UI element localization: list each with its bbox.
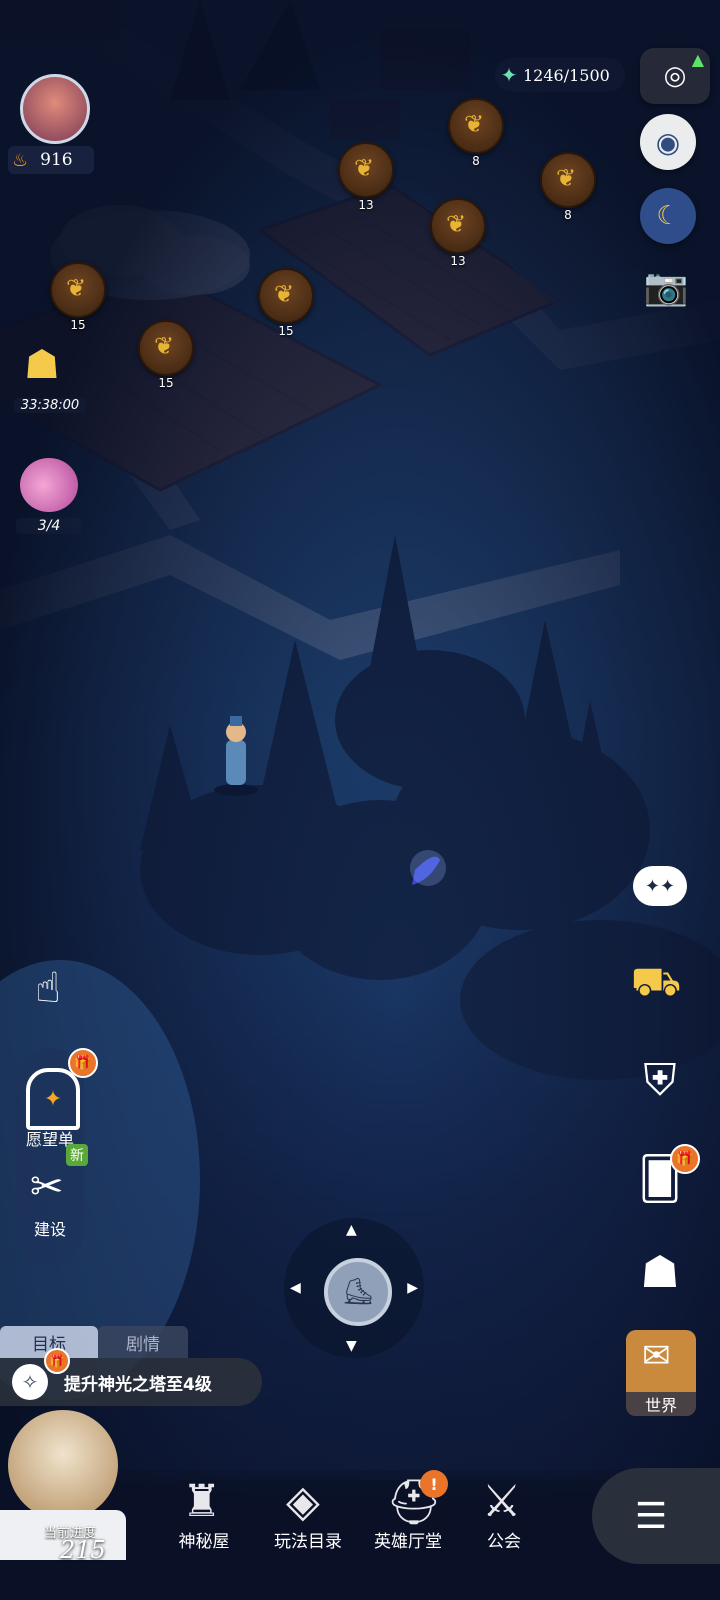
- visibility-toggle-button[interactable]: ◉: [640, 114, 696, 170]
- quest-bar[interactable]: ✧ 提升神光之塔至4级 🎁: [0, 1348, 262, 1406]
- arrow-up-icon: ▲: [346, 1222, 357, 1238]
- arrow-down-icon: ▼: [346, 1338, 357, 1354]
- wishlist-button[interactable]: ✦ 愿望单 🎁: [16, 1048, 98, 1150]
- gift-icon: 🎁: [68, 1048, 98, 1078]
- crop-marker[interactable]: ❦ 13: [338, 142, 394, 212]
- quest-tabs: 目标 剧情: [0, 1326, 188, 1358]
- equipment-button[interactable]: ⛨: [628, 1048, 692, 1112]
- sun-moon-icon: ☾: [656, 201, 680, 231]
- energy-counter[interactable]: ✦ 1246/1500: [495, 58, 625, 92]
- tower-icon: ♜: [182, 1476, 222, 1527]
- gift-icon: 🎁: [44, 1348, 70, 1374]
- gift-icon: 🎁: [670, 1144, 700, 1174]
- avatar[interactable]: [20, 74, 90, 144]
- hooded-character-button[interactable]: ☗: [628, 1240, 692, 1304]
- build-button[interactable]: ✂ 建设 新: [16, 1144, 88, 1248]
- crossed-swords-icon: ⚔: [482, 1476, 522, 1527]
- eye-off-icon: ◉: [655, 125, 681, 159]
- armor-icon: ⛨: [643, 1054, 677, 1106]
- wheat-icon: ❦: [66, 274, 87, 302]
- arrow-right-icon: ▶: [407, 1280, 418, 1296]
- nav-guild[interactable]: ⚔ 公会: [464, 1470, 544, 1560]
- grain-icon: ❦: [556, 164, 577, 192]
- nav-gameplay-catalog-label: 玩法目录: [274, 1532, 342, 1552]
- world-button[interactable]: ✉ 世界: [626, 1330, 696, 1416]
- menu-lines-icon: ☰: [634, 1495, 668, 1537]
- nav-mystery-house-label: 神秘屋: [178, 1532, 230, 1552]
- wishlist-icon: ✦: [26, 1068, 80, 1130]
- grain-icon: ❦: [464, 110, 485, 138]
- cart-event-button[interactable]: ⛟: [624, 952, 688, 1016]
- camera-button[interactable]: 📷: [636, 262, 696, 312]
- treasure-icon: ☗: [24, 342, 60, 388]
- energy-value: 1246/1500: [523, 65, 610, 85]
- energy-icon: ✦: [500, 63, 518, 87]
- tab-story-label: 剧情: [126, 1334, 160, 1355]
- flower-icon: [20, 458, 78, 512]
- up-arrow-icon: ▲: [691, 50, 704, 69]
- chat-bubble-icon: ✦✦: [633, 866, 687, 906]
- new-badge: 新: [66, 1144, 88, 1166]
- diamond-grid-icon: ◈: [286, 1476, 320, 1527]
- world-book-icon: ✉: [642, 1336, 671, 1376]
- nav-gameplay-catalog[interactable]: ◈ 玩法目录: [262, 1470, 354, 1560]
- nav-guild-label: 公会: [487, 1532, 521, 1552]
- crop-marker[interactable]: ❦ 15: [50, 262, 106, 332]
- progress-badge[interactable]: 当前进度 215: [0, 1410, 126, 1564]
- crop-marker[interactable]: ❦ 8: [448, 98, 504, 168]
- chest-timer: 33:38:00: [14, 398, 86, 413]
- wheat-icon: ❦: [354, 154, 375, 182]
- treasure-chest-button[interactable]: ☗ 33:38:00: [14, 342, 86, 420]
- crop-marker[interactable]: ❦ 8: [540, 152, 596, 222]
- wheat-icon: ❦: [154, 332, 175, 360]
- nav-hero-hall[interactable]: ⛑ ! 英雄厅堂: [362, 1470, 454, 1560]
- flower-event-button[interactable]: 3/4: [10, 448, 88, 544]
- wrench-icon: ✂: [30, 1164, 64, 1210]
- hood-icon: ☗: [640, 1246, 680, 1298]
- compass-icon: ✧: [12, 1364, 48, 1400]
- quest-text: 提升神光之塔至4级: [64, 1374, 212, 1395]
- emote-button[interactable]: ☝: [16, 955, 80, 1019]
- main-menu-button[interactable]: ☰: [592, 1468, 720, 1564]
- chat-button[interactable]: ✦✦: [628, 854, 692, 918]
- wheat-icon: ❦: [446, 210, 467, 238]
- world-label: 世界: [626, 1392, 696, 1416]
- tab-story[interactable]: 剧情: [98, 1326, 188, 1358]
- arrow-left-icon: ◀: [290, 1280, 301, 1296]
- cards-button[interactable]: 🂠 🎁: [628, 1144, 700, 1210]
- build-label: 建设: [33, 1220, 66, 1239]
- nav-mystery-house[interactable]: ♜ 神秘屋: [164, 1470, 244, 1560]
- coin-stack-icon: ◎: [663, 61, 687, 91]
- mascot-icon: [8, 1410, 118, 1520]
- progress-value: 215: [60, 1536, 106, 1564]
- alert-badge: !: [420, 1470, 448, 1498]
- waving-person-icon: ☝: [35, 962, 61, 1012]
- crop-marker[interactable]: ❦ 15: [258, 268, 314, 338]
- power-indicator: ♨ 916: [8, 146, 94, 174]
- movement-joystick[interactable]: ▲ ▼ ◀ ▶ ⛸: [284, 1218, 424, 1358]
- flower-progress: 3/4: [16, 518, 82, 534]
- day-night-button[interactable]: ☾: [640, 188, 696, 244]
- camera-icon: 📷: [643, 267, 689, 308]
- flame-icon: ♨: [12, 149, 29, 171]
- coins-button[interactable]: ◎ ▲: [640, 48, 710, 104]
- crop-marker[interactable]: ❦ 13: [430, 198, 486, 268]
- crop-marker[interactable]: ❦ 15: [138, 320, 194, 390]
- wheat-icon: ❦: [274, 280, 295, 308]
- boot-icon: ⛸: [324, 1258, 392, 1326]
- power-value: 916: [40, 150, 73, 170]
- nav-hero-hall-label: 英雄厅堂: [374, 1532, 442, 1552]
- golden-cart-icon: ⛟: [630, 958, 682, 1005]
